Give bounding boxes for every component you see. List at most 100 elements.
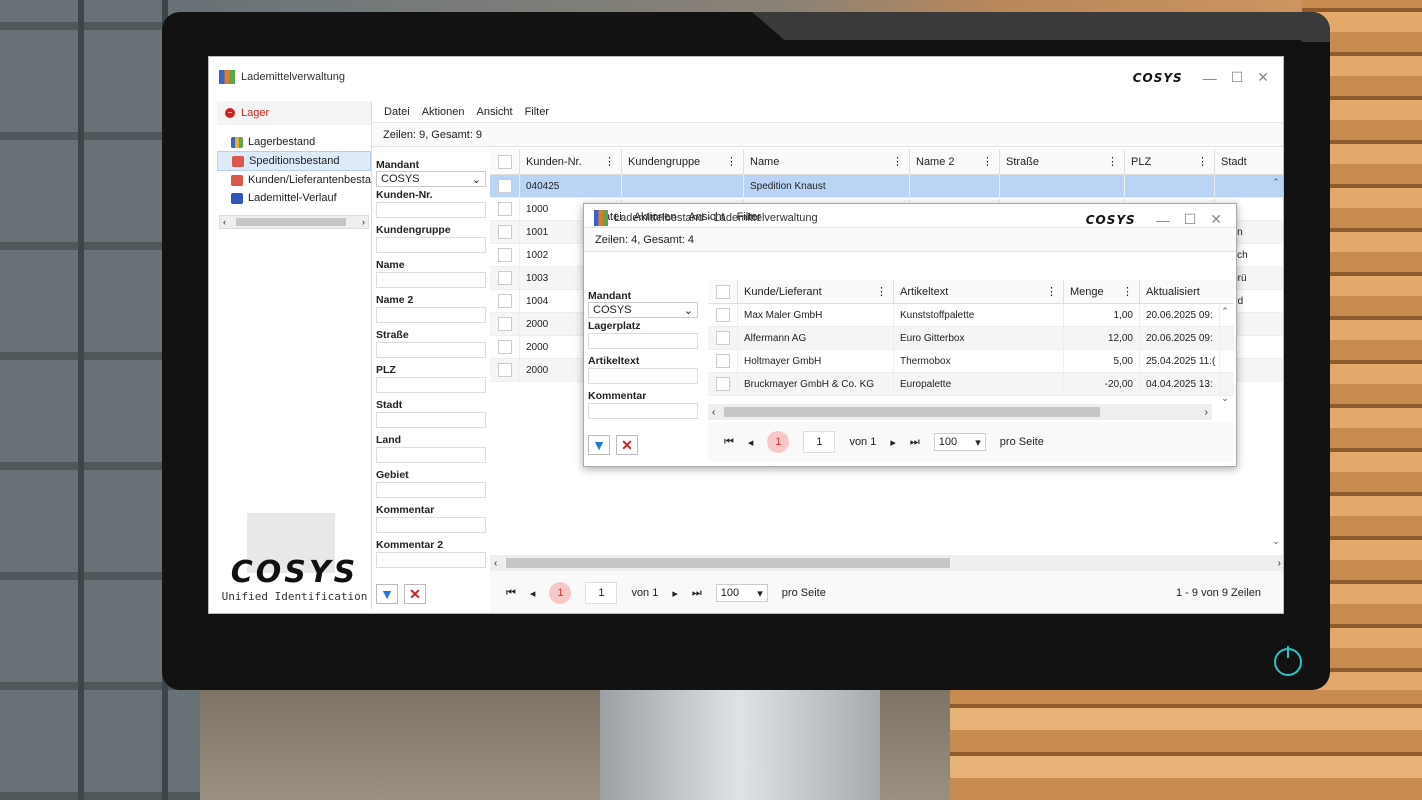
filter-input[interactable]: [376, 202, 486, 218]
filter-input[interactable]: [376, 377, 486, 393]
menu-filter[interactable]: Filter: [525, 106, 549, 118]
sidebar-section-lager[interactable]: − Lager: [217, 101, 371, 125]
clear-filter-button[interactable]: ✕: [616, 435, 638, 455]
table-row[interactable]: Alfermann AG Euro Gitterbox 12,00 20.06.202…: [708, 327, 1234, 350]
caret-down-icon: ▾: [975, 436, 981, 449]
current-page[interactable]: 1: [549, 582, 572, 604]
close-icon: ✕: [409, 585, 421, 602]
table-row[interactable]: Bruckmayer GmbH & Co. KG Europalette -20,0…: [708, 373, 1234, 396]
filter-input[interactable]: [376, 237, 486, 253]
brand-logo: COSYS: [1085, 212, 1136, 227]
column-header[interactable]: PLZ ⋮: [1125, 149, 1215, 174]
minimize-icon[interactable]: —: [1203, 70, 1217, 86]
filter-label: Kundengruppe: [376, 224, 451, 236]
filter-input[interactable]: [376, 447, 486, 463]
power-icon[interactable]: [1274, 646, 1302, 676]
dialog-grid: Kunde/Lieferant ⋮ Artikeltext ⋮ Menge ⋮ Akt…: [708, 280, 1234, 404]
first-page-icon[interactable]: ⏮: [724, 436, 734, 449]
chart-icon: [231, 136, 243, 148]
prev-page-icon[interactable]: ◂: [748, 436, 754, 449]
close-icon[interactable]: ✕: [1257, 69, 1269, 86]
current-page[interactable]: 1: [767, 431, 790, 453]
column-header[interactable]: Stadt: [1215, 149, 1283, 174]
chart-icon: [594, 210, 608, 226]
menu-aktionen[interactable]: Aktionen: [422, 106, 465, 118]
page-total: von 1: [631, 587, 659, 599]
collapse-icon: −: [225, 108, 235, 118]
filter-input[interactable]: [376, 272, 486, 288]
dialog-pagination: ⏮ ◂ 1 1 von 1 ▸ ⏭ 100 ▾ pro Seite: [708, 422, 1234, 462]
select-all-checkbox[interactable]: [490, 149, 520, 174]
mandant-select[interactable]: COSYS ⌄: [588, 302, 698, 318]
filter-input[interactable]: [376, 307, 486, 323]
page-total: von 1: [849, 436, 877, 448]
chevron-left-icon: ‹: [494, 557, 498, 569]
per-page-select[interactable]: 100 ▾: [933, 433, 986, 451]
chevron-up-icon: ⌃: [1221, 306, 1229, 316]
minimize-icon[interactable]: —: [1156, 212, 1170, 228]
chevron-down-icon: ⌄: [683, 304, 693, 317]
column-header[interactable]: Straße ⋮: [1000, 149, 1125, 174]
prev-page-icon[interactable]: ◂: [530, 587, 536, 600]
table-row[interactable]: Holtmayer GmbH Thermobox 5,00 25.04.2025 11…: [708, 350, 1234, 373]
sidebar-scrollbar[interactable]: ‹ ›: [219, 215, 369, 229]
filter-label: Straße: [376, 329, 409, 341]
horizontal-scrollbar[interactable]: ‹ ›: [490, 555, 1283, 571]
close-icon[interactable]: ✕: [1210, 211, 1222, 228]
dialog-title: Lademittelbestand - Lademittelverwaltung: [614, 212, 818, 224]
menu-datei[interactable]: Datei: [384, 106, 410, 118]
next-page-icon[interactable]: ▸: [672, 587, 678, 600]
column-header[interactable]: Artikeltext ⋮: [894, 280, 1064, 303]
pagination: ⏮ ◂ 1 1 von 1 ▸ ⏭ 100 ▾ pro Seite 1 - 9 v…: [490, 571, 1283, 613]
column-header[interactable]: Name ⋮: [744, 149, 910, 174]
filter-input[interactable]: [588, 368, 698, 384]
next-page-icon[interactable]: ▸: [890, 436, 896, 449]
column-header[interactable]: Kunden-Nr. ⋮: [520, 149, 622, 174]
table-row[interactable]: 040425 Spedition Knaust: [490, 175, 1283, 198]
filter-input[interactable]: [376, 552, 486, 568]
filter-input[interactable]: [588, 403, 698, 419]
horizontal-scrollbar[interactable]: ‹ ›: [708, 404, 1212, 420]
menu-dots-icon: ⋮: [876, 286, 887, 298]
per-page-label: pro Seite: [781, 587, 826, 599]
column-header[interactable]: Kunde/Lieferant ⋮: [738, 280, 894, 303]
chevron-down-icon: ⌄: [1272, 536, 1280, 546]
column-header[interactable]: Name 2 ⋮: [910, 149, 1000, 174]
filter-input[interactable]: [376, 517, 486, 533]
vertical-scrollbar[interactable]: ⌃ ⌄: [1218, 306, 1232, 404]
menu-ansicht[interactable]: Ansicht: [477, 106, 513, 118]
mandant-select[interactable]: COSYS ⌄: [376, 171, 486, 187]
maximize-icon[interactable]: ☐: [1231, 69, 1244, 86]
sidebar-item-lagerbestand[interactable]: Lagerbestand: [217, 133, 371, 151]
last-page-icon[interactable]: ⏭: [910, 436, 920, 449]
last-page-icon[interactable]: ⏭: [692, 587, 702, 600]
apply-filter-button[interactable]: ▼: [588, 435, 610, 455]
page-input[interactable]: 1: [585, 582, 618, 604]
column-header[interactable]: Aktualisiert: [1140, 280, 1220, 303]
table-row[interactable]: Max Maler GmbH Kunststoffpalette 1,00 20.06…: [708, 304, 1234, 327]
sidebar-item-speditionsbestand[interactable]: Speditionsbestand: [217, 151, 371, 171]
apply-filter-button[interactable]: ▼: [376, 584, 398, 604]
per-page-select[interactable]: 100 ▾: [715, 584, 768, 602]
vertical-scrollbar[interactable]: ⌃ ⌄: [1269, 177, 1283, 547]
clear-filter-button[interactable]: ✕: [404, 584, 426, 604]
menu-dots-icon: ⋮: [1107, 156, 1118, 168]
sidebar-item-kunden[interactable]: Kunden/Lieferantenbestand: [217, 171, 371, 189]
page-input[interactable]: 1: [803, 431, 836, 453]
filter-input[interactable]: [588, 333, 698, 349]
maximize-icon[interactable]: ☐: [1184, 211, 1197, 228]
first-page-icon[interactable]: ⏮: [506, 587, 516, 600]
filter-label: Kommentar 2: [376, 539, 444, 551]
column-header[interactable]: Kundengruppe ⋮: [622, 149, 744, 174]
filter-input[interactable]: [376, 412, 486, 428]
close-icon: ✕: [621, 436, 633, 453]
select-all-checkbox[interactable]: [708, 280, 738, 303]
app-icon: [219, 70, 235, 84]
column-header[interactable]: Menge ⋮: [1064, 280, 1140, 303]
per-page-label: pro Seite: [999, 436, 1044, 448]
filter-input[interactable]: [376, 342, 486, 358]
filter-input[interactable]: [376, 482, 486, 498]
cosys-logo: COSYS: [230, 555, 359, 590]
sidebar-item-verlauf[interactable]: Lademittel-Verlauf: [217, 189, 371, 207]
monitor-stand: [600, 688, 880, 800]
